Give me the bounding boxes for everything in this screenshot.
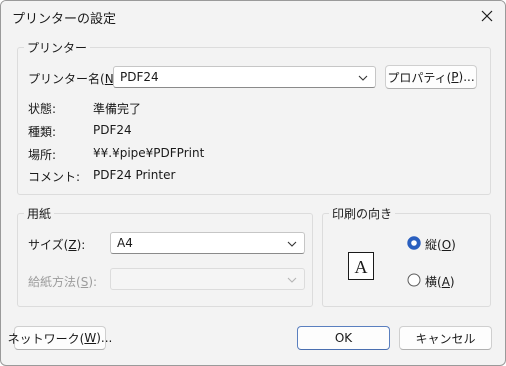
chevron-down-icon [358, 75, 368, 81]
portrait-page-icon: A [348, 252, 374, 280]
comment-value: PDF24 Printer [93, 168, 176, 182]
chevron-down-icon [287, 277, 297, 283]
type-label: 種類: [28, 125, 57, 139]
portrait-radio[interactable] [407, 236, 421, 250]
properties-button[interactable]: プロパティ(P)... [385, 65, 477, 89]
orientation-preview-letter: A [355, 257, 368, 277]
comment-label: コメント: [28, 170, 81, 184]
printer-name-value: PDF24 [120, 70, 159, 84]
landscape-label[interactable]: 横(A) [425, 273, 455, 290]
network-button[interactable]: ネットワーク(W)... [8, 326, 112, 350]
landscape-radio[interactable] [407, 273, 421, 287]
printer-name-combobox[interactable]: PDF24 [113, 66, 376, 88]
status-label: 状態: [28, 102, 57, 116]
printer-setup-dialog: プリンターの設定 プリンター プリンター名(N): PDF24 プロパティ(P)… [0, 0, 506, 366]
close-icon [481, 10, 493, 22]
paper-size-value: A4 [117, 236, 133, 250]
paper-group-label: 用紙 [24, 205, 55, 222]
where-label: 場所: [28, 148, 57, 162]
where-value: ¥¥.¥pipe¥PDFPrint [93, 146, 205, 160]
paper-group: 用紙 [17, 205, 313, 307]
status-value: 準備完了 [93, 102, 142, 116]
close-button[interactable] [475, 5, 499, 27]
portrait-label[interactable]: 縦(O) [425, 236, 456, 253]
chevron-down-icon [287, 241, 297, 247]
paper-source-label: 給紙方法(S): [28, 275, 98, 289]
ok-button[interactable]: OK [297, 326, 390, 350]
type-value: PDF24 [93, 123, 132, 137]
dialog-title: プリンターの設定 [12, 12, 117, 27]
printer-name-label: プリンター名(N): [28, 72, 122, 86]
cancel-button[interactable]: キャンセル [399, 326, 492, 350]
paper-size-label: サイズ(Z): [28, 238, 86, 252]
paper-size-combobox[interactable]: A4 [110, 232, 305, 254]
printer-group-label: プリンター [24, 39, 91, 56]
title-bar: プリンターの設定 [1, 1, 505, 31]
orientation-group-label: 印刷の向き [329, 205, 396, 222]
paper-source-combobox[interactable] [110, 268, 305, 290]
